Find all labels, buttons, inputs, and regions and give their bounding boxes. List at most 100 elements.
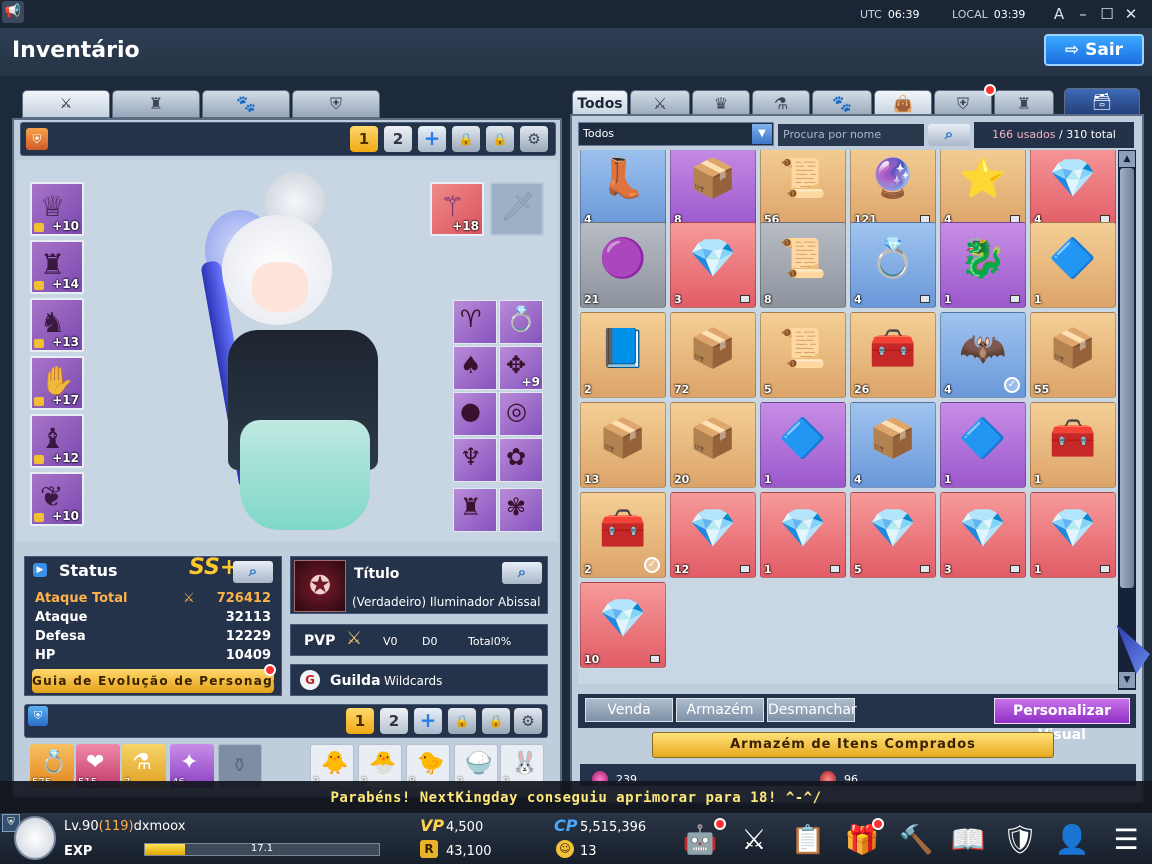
storage-button[interactable]: Armazém (676, 698, 764, 722)
menu-book-icon[interactable]: 📖 (948, 820, 988, 860)
accessory-slot[interactable]: ♆ (453, 438, 497, 482)
quick-add-page-button[interactable]: + (414, 708, 442, 734)
accessory-slot[interactable]: ◎ (499, 392, 543, 436)
equip-slot-gloves[interactable]: ✋ +17 (30, 356, 84, 410)
avatar[interactable] (14, 816, 56, 860)
accessory-slot[interactable]: ♈ (453, 300, 497, 344)
quick-page-2[interactable]: 2 (380, 708, 408, 734)
status-search-button[interactable]: ⌕ (233, 561, 273, 583)
equip-slot-wings[interactable]: ❦ +10 (30, 472, 84, 526)
inventory-item[interactable]: ⭐ 4 (940, 150, 1026, 228)
scroll-thumb[interactable] (1120, 168, 1134, 588)
lock-icon[interactable]: 🔒 (482, 708, 510, 734)
search-input[interactable]: Procura por nome (778, 124, 924, 146)
inventory-item[interactable]: 💍 4 (850, 222, 936, 308)
inventory-item[interactable]: 📜 56 (760, 150, 846, 228)
accessory-slot[interactable]: ✾ (499, 488, 543, 532)
sell-button[interactable]: Venda (585, 698, 673, 722)
menu-quest-icon[interactable]: 📋 (788, 820, 828, 860)
inventory-item[interactable]: 🟣 21 (580, 222, 666, 308)
inventory-tab-storage[interactable]: 🗃 (1064, 88, 1140, 116)
equip-slot-subweapon[interactable]: 🗡 (490, 182, 544, 236)
inventory-item[interactable]: 📦 72 (670, 312, 756, 398)
inventory-item[interactable]: 💎 5 (850, 492, 936, 578)
inventory-item[interactable]: 📦 8 (670, 150, 756, 228)
stat-total-attack: Ataque Total ⚔ 726412 (35, 591, 271, 606)
dismantle-button[interactable]: Desmanchar (767, 698, 857, 722)
equip-slot-weapon[interactable]: ⚚ +18 (430, 182, 484, 236)
inventory-item[interactable]: 🧰 1 (1030, 402, 1116, 488)
equip-tab-weapon[interactable]: ⚔ (22, 90, 110, 118)
equip-tab-pet[interactable]: 🐾 (202, 90, 290, 118)
inventory-item[interactable]: 📜 8 (760, 222, 846, 308)
inventory-item[interactable]: 🐉 1 (940, 222, 1026, 308)
accessory-slot[interactable]: ✥ +9 (499, 346, 543, 390)
accessory-slot[interactable]: 💍 (499, 300, 543, 344)
search-button[interactable]: ⌕ (928, 124, 970, 146)
inventory-item[interactable]: 🔷 1 (940, 402, 1026, 488)
equip-page-2[interactable]: 2 (384, 126, 412, 152)
item-icon: 💎 (779, 506, 827, 550)
inventory-item[interactable]: 💎 10 (580, 582, 666, 668)
equip-tab-armor[interactable]: ♜ (112, 90, 200, 118)
inventory-item[interactable]: 👢 4 (580, 150, 666, 228)
equip-add-page-button[interactable]: + (418, 126, 446, 152)
inventory-item[interactable]: 💎 1 (760, 492, 846, 578)
inventory-scrollbar[interactable]: ▲ ▼ (1118, 150, 1136, 690)
accessory-slot[interactable]: ✿ (499, 438, 543, 482)
equip-slot-shoes[interactable]: ♝ +12 (30, 414, 84, 468)
category-filter[interactable]: Todos ▼ (578, 122, 774, 146)
item-icon: 👢 (599, 156, 647, 200)
title-search-button[interactable]: ⌕ (502, 562, 542, 584)
minimize-button[interactable]: – (1072, 4, 1094, 24)
inventory-item[interactable]: 📦 4 (850, 402, 936, 488)
inventory-item[interactable]: 📦 55 (1030, 312, 1116, 398)
maximize-button[interactable]: ☐ (1096, 4, 1118, 24)
menu-guild-icon[interactable]: 🛡 (1000, 820, 1040, 860)
inventory-item[interactable]: 💎 4 (1030, 150, 1116, 228)
accessory-slot[interactable]: ♜ (453, 488, 497, 532)
inventory-item[interactable]: 🔷 1 (760, 402, 846, 488)
inventory-item[interactable]: 💎 1 (1030, 492, 1116, 578)
menu-skill-icon[interactable]: ⚔ (734, 820, 774, 860)
lock-icon[interactable]: 🔒 (452, 126, 480, 152)
inventory-item[interactable]: 🧰 2 ✓ (580, 492, 666, 578)
quick-page-1[interactable]: 1 (346, 708, 374, 734)
inventory-item[interactable]: 🔷 1 (1030, 222, 1116, 308)
inventory-item[interactable]: 📜 5 (760, 312, 846, 398)
inventory-item[interactable]: 💎 12 (670, 492, 756, 578)
menu-hamburger-icon[interactable]: ☰ (1106, 820, 1146, 860)
close-button[interactable]: ✕ (1120, 4, 1142, 24)
inventory-item[interactable]: 💎 3 (940, 492, 1026, 578)
equip-page-1[interactable]: 1 (350, 126, 378, 152)
menu-craft-icon[interactable]: 🔨 (896, 820, 936, 860)
equip-slot-top[interactable]: ♜ +14 (30, 240, 84, 294)
character-evolution-guide-button[interactable]: Guia de Evolução de Personagem (32, 669, 274, 693)
scroll-up-icon[interactable]: ▲ (1119, 151, 1135, 167)
equip-slot-hair[interactable]: ♕ +10 (30, 182, 84, 236)
check-icon: ✓ (644, 557, 660, 573)
inventory-item[interactable]: 🧰 26 (850, 312, 936, 398)
inventory-item[interactable]: 📘 2 (580, 312, 666, 398)
chevron-down-icon: ▼ (752, 124, 772, 144)
customize-visual-button[interactable]: Personalizar Visual (994, 698, 1130, 743)
gear-icon[interactable]: ⚙ (520, 126, 548, 152)
accessory-slot[interactable]: ♠ (453, 346, 497, 390)
gear-icon[interactable]: ⚙ (514, 708, 542, 734)
inventory-item[interactable]: 📦 13 (580, 402, 666, 488)
menu-character-icon[interactable]: 👤 (1052, 820, 1092, 860)
inventory-item[interactable]: 📦 20 (670, 402, 756, 488)
inventory-item[interactable]: 🦇 4 ✓ (940, 312, 1026, 398)
lock-icon[interactable]: 🔒 (448, 708, 476, 734)
inventory-item[interactable]: 🔮 121 (850, 150, 936, 228)
font-button[interactable]: A (1048, 4, 1070, 24)
purchased-items-storage-button[interactable]: Armazém de Itens Comprados (652, 732, 1054, 758)
lock-icon[interactable]: 🔒 (486, 126, 514, 152)
scroll-down-icon[interactable]: ▼ (1119, 672, 1135, 688)
equip-slot-bottom[interactable]: ♞ +13 (30, 298, 84, 352)
equip-tab-shield[interactable]: ⛨ (292, 90, 380, 118)
exit-button[interactable]: ⇨ Sair (1044, 34, 1144, 66)
accessory-slot[interactable]: ● (453, 392, 497, 436)
inventory-item[interactable]: 💎 3 (670, 222, 756, 308)
megaphone-icon[interactable]: 📢 (2, 1, 24, 23)
